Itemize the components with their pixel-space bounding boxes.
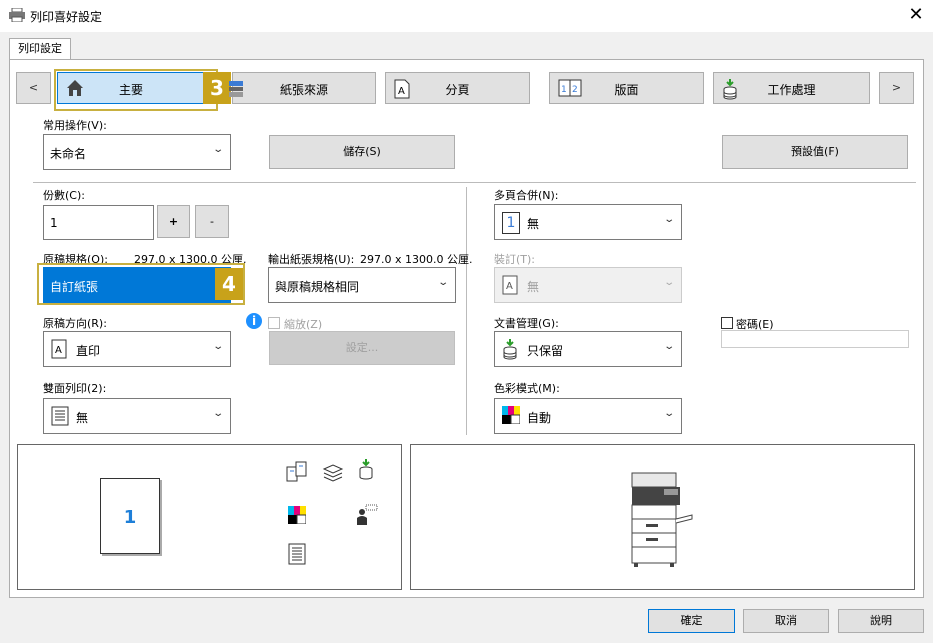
defaults-button[interactable]: 預設值(F) (722, 135, 908, 169)
nav-item-paper-source[interactable]: 紙張來源 (229, 72, 376, 104)
nav-item-label: 版面 (614, 83, 639, 97)
color-mode-icon (288, 506, 308, 526)
copies-decrement-button[interactable]: - (195, 205, 229, 238)
chevron-down-icon: ⌄ (662, 408, 675, 419)
color-mode-value: 自動 (527, 411, 552, 425)
step-badge: 4 (215, 268, 243, 300)
staple-value: 無 (527, 280, 540, 294)
orientation-value: 直印 (76, 344, 101, 358)
duplex-select[interactable]: 無 ⌄ (43, 398, 231, 434)
zoom-label: 縮放(Z) (284, 318, 323, 331)
copies-icon (286, 461, 308, 483)
copies-input[interactable]: 1 (43, 205, 154, 240)
page-thumbnail: 1 (100, 478, 160, 554)
page-preview-area: 1 (17, 444, 402, 590)
copies-value: 1 (50, 216, 58, 230)
nav-prev-button[interactable]: < (16, 72, 51, 104)
stack-icon (322, 462, 344, 484)
nup-label: 多頁合併(N): (494, 189, 559, 202)
portrait-page-icon: A (51, 339, 69, 359)
printer-preview-area (410, 444, 915, 590)
close-icon[interactable]: ✕ (905, 5, 927, 27)
color-mode-icon (502, 406, 521, 426)
page-number: 1 (123, 507, 137, 528)
retention-label: 文書管理(G): (494, 317, 559, 330)
output-size-label: 輸出紙張規格(U): (268, 253, 355, 266)
orientation-label: 原稿方向(R): (43, 317, 107, 330)
color-mode-label: 色彩模式(M): (494, 382, 560, 395)
nup-value: 無 (527, 217, 540, 231)
duplex-value: 無 (76, 411, 89, 425)
save-button[interactable]: 儲存(S) (269, 135, 455, 169)
user-auth-icon (354, 503, 378, 527)
divider (33, 182, 916, 183)
common-operations-select[interactable]: 未命名 ⌄ (43, 134, 231, 170)
zoom-checkbox[interactable] (268, 317, 280, 329)
retention-select[interactable]: 只保留 ⌄ (494, 331, 682, 367)
column-divider (466, 187, 467, 435)
nav-item-label: 分頁 (445, 83, 470, 97)
title-bar: 列印喜好設定 ✕ (0, 0, 933, 32)
window-title: 列印喜好設定 (30, 10, 103, 24)
common-operations-label: 常用操作(V): (43, 119, 107, 132)
password-checkbox[interactable] (721, 317, 733, 329)
job-handling-icon (358, 459, 376, 483)
help-button[interactable]: 說明 (838, 609, 924, 633)
single-sided-icon (51, 406, 69, 426)
highlight-frame (54, 69, 218, 111)
chevron-down-icon: ⌄ (662, 277, 675, 288)
retention-value: 只保留 (527, 344, 564, 358)
chevron-down-icon: ⌄ (211, 341, 224, 352)
output-size-select[interactable]: 與原稿規格相同 ⌄ (268, 267, 456, 303)
nav-item-job-handling[interactable]: 工作處理 (713, 72, 870, 104)
output-size-value: 與原稿規格相同 (275, 280, 360, 294)
staple-label: 裝訂(T): (494, 253, 536, 266)
chevron-down-icon: ⌄ (211, 144, 224, 155)
duplex-label: 雙面列印(2): (43, 382, 107, 395)
printer-machine-icon (626, 469, 696, 569)
chevron-down-icon: ⌄ (211, 408, 224, 419)
nup-select[interactable]: 1 無 ⌄ (494, 204, 682, 240)
tab-print-settings[interactable]: 列印設定 (9, 38, 71, 60)
color-mode-select[interactable]: 自動 ⌄ (494, 398, 682, 434)
ok-button[interactable]: 確定 (648, 609, 735, 633)
nup-icon: 1 (502, 212, 520, 234)
printer-icon (9, 7, 25, 23)
nav-item-label: 紙張來源 (279, 83, 328, 97)
job-handling-icon (502, 339, 520, 360)
svg-text:A: A (55, 345, 62, 356)
info-icon[interactable]: i (246, 313, 262, 329)
copies-label: 份數(C): (43, 189, 85, 202)
password-field[interactable] (721, 330, 909, 348)
highlight-frame (37, 263, 245, 305)
zoom-settings-button[interactable]: 設定... (269, 331, 455, 365)
nav-item-tab-page[interactable]: A 分頁 (385, 72, 530, 104)
chevron-down-icon: ⌄ (662, 214, 675, 225)
nav-next-button[interactable]: > (879, 72, 914, 104)
chevron-down-icon: ⌄ (662, 341, 675, 352)
copies-increment-button[interactable]: + (157, 205, 190, 238)
nav-item-layout[interactable]: 12 版面 (549, 72, 704, 104)
staple-select[interactable]: A 無 ⌄ (494, 267, 682, 303)
staple-page-icon: A (502, 275, 520, 295)
nav-item-label: 工作處理 (767, 83, 816, 97)
step-badge: 3 (203, 72, 231, 104)
common-operations-value: 未命名 (50, 147, 87, 161)
svg-text:A: A (506, 281, 513, 292)
cancel-button[interactable]: 取消 (743, 609, 829, 633)
output-size-dims: 297.0 x 1300.0 公厘. (360, 253, 473, 266)
orientation-select[interactable]: A 直印 ⌄ (43, 331, 231, 367)
single-sided-icon (288, 543, 308, 567)
chevron-down-icon: ⌄ (436, 277, 449, 288)
